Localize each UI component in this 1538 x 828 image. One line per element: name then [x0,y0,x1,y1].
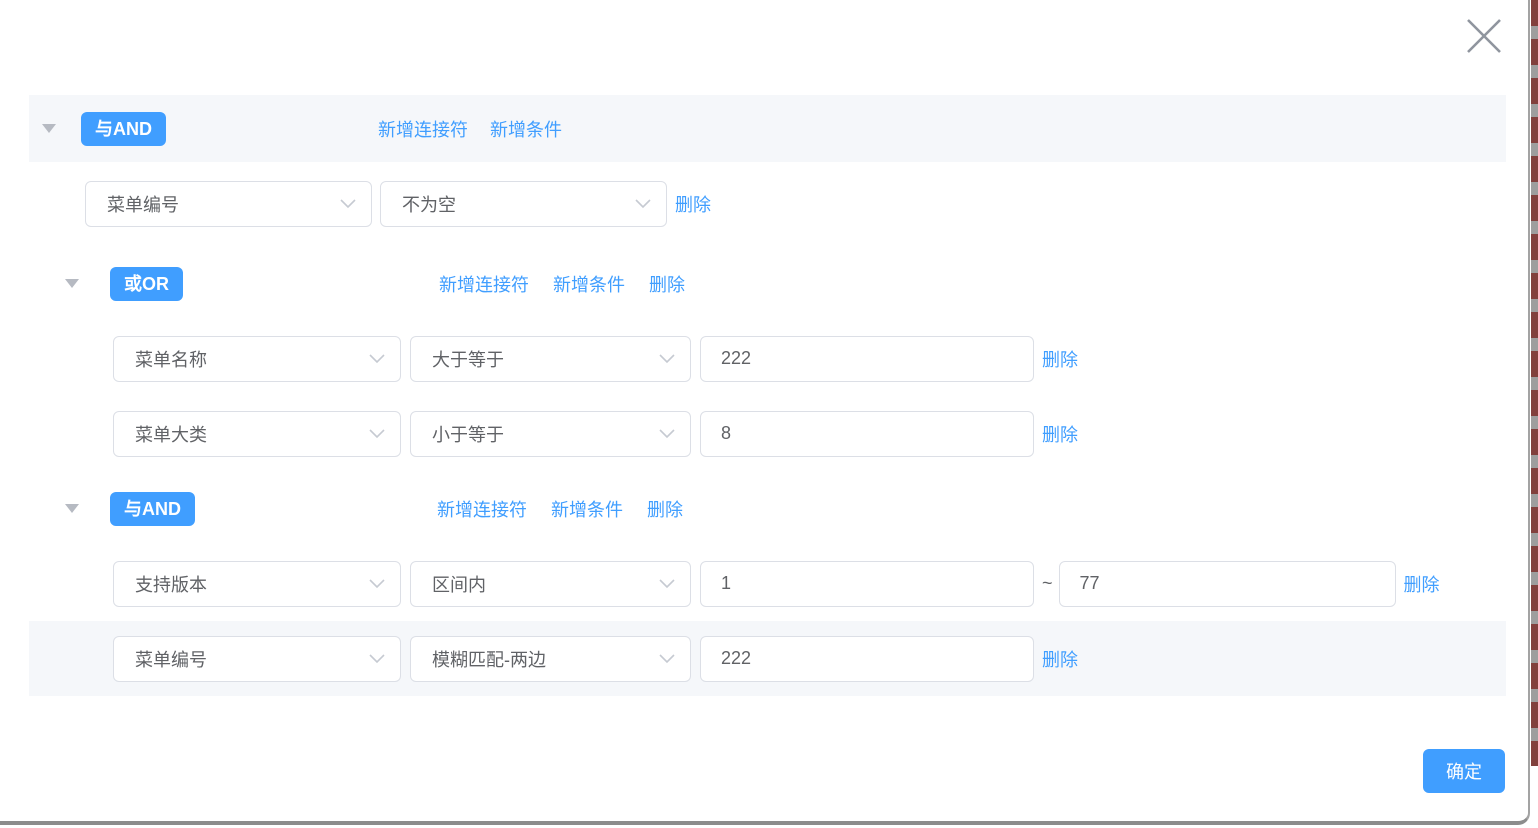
operator-select-value: 不为空 [402,191,456,217]
field-select[interactable]: 菜单编号 [113,636,401,682]
add-condition-link[interactable]: 新增条件 [490,116,562,142]
expand-toggle[interactable] [65,502,79,516]
field-select[interactable]: 菜单大类 [113,411,401,457]
delete-condition-link[interactable]: 删除 [1404,571,1440,597]
connector-badge[interactable]: 与AND [110,492,195,526]
field-select-value: 菜单编号 [107,191,179,217]
group-row-and-root: 与AND 新增连接符 新增条件 [29,95,1506,162]
field-select-value: 菜单名称 [135,346,207,372]
delete-condition-link[interactable]: 删除 [1042,421,1078,447]
field-select[interactable]: 菜单编号 [85,181,372,227]
condition-row-highlighted: 菜单编号 模糊匹配-两边 删除 [29,621,1506,696]
operator-select[interactable]: 区间内 [410,561,691,607]
operator-select-value: 小于等于 [432,421,504,447]
add-condition-link[interactable]: 新增条件 [551,496,623,522]
caret-down-icon [65,279,79,288]
condition-row: 菜单大类 小于等于 删除 [0,396,1538,471]
operator-select[interactable]: 不为空 [380,181,667,227]
expand-toggle[interactable] [65,277,79,291]
connector-badge[interactable]: 与AND [81,112,166,146]
operator-select[interactable]: 小于等于 [410,411,691,457]
caret-down-icon [42,124,56,133]
delete-group-link[interactable]: 删除 [649,271,685,297]
value-input[interactable] [700,411,1034,457]
operator-select[interactable]: 模糊匹配-两边 [410,636,691,682]
condition-row: 菜单编号 不为空 删除 [0,162,1538,246]
chevron-down-icon [369,654,385,664]
close-icon [1465,17,1503,55]
delete-group-link[interactable]: 删除 [647,496,683,522]
chevron-down-icon [659,429,675,439]
value-input[interactable] [700,636,1034,682]
operator-select-value: 区间内 [432,571,486,597]
delete-condition-link[interactable]: 删除 [1042,346,1078,372]
chevron-down-icon [635,199,651,209]
expand-toggle[interactable] [42,122,56,136]
condition-row: 菜单名称 大于等于 删除 [0,321,1538,396]
chevron-down-icon [659,654,675,664]
caret-down-icon [65,504,79,513]
chevron-down-icon [340,199,356,209]
range-to-input[interactable] [1059,561,1396,607]
range-from-input[interactable] [700,561,1034,607]
operator-select-value: 模糊匹配-两边 [432,646,546,672]
field-select-value: 支持版本 [135,571,207,597]
field-select-value: 菜单编号 [135,646,207,672]
delete-condition-link[interactable]: 删除 [675,191,711,217]
add-connector-link[interactable]: 新增连接符 [378,116,468,142]
chevron-down-icon [659,579,675,589]
chevron-down-icon [369,429,385,439]
range-separator: ~ [1042,573,1053,594]
value-input[interactable] [700,336,1034,382]
delete-condition-link[interactable]: 删除 [1042,646,1078,672]
operator-select-value: 大于等于 [432,346,504,372]
group-row-and: 与AND 新增连接符 新增条件 删除 [0,471,1538,546]
group-row-or: 或OR 新增连接符 新增条件 删除 [0,246,1538,321]
connector-badge[interactable]: 或OR [110,267,183,301]
add-connector-link[interactable]: 新增连接符 [437,496,527,522]
screen-edge-artifact [1531,0,1538,766]
chevron-down-icon [369,579,385,589]
chevron-down-icon [659,354,675,364]
add-condition-link[interactable]: 新增条件 [553,271,625,297]
field-select[interactable]: 菜单名称 [113,336,401,382]
close-button[interactable] [1464,16,1504,56]
confirm-button[interactable]: 确定 [1423,749,1505,793]
add-connector-link[interactable]: 新增连接符 [439,271,529,297]
condition-row-range: 支持版本 区间内 ~ 删除 [0,546,1538,621]
operator-select[interactable]: 大于等于 [410,336,691,382]
field-select[interactable]: 支持版本 [113,561,401,607]
condition-builder: 与AND 新增连接符 新增条件 菜单编号 不为空 删除 或OR 新增连接符 新增… [0,0,1538,696]
chevron-down-icon [369,354,385,364]
field-select-value: 菜单大类 [135,421,207,447]
